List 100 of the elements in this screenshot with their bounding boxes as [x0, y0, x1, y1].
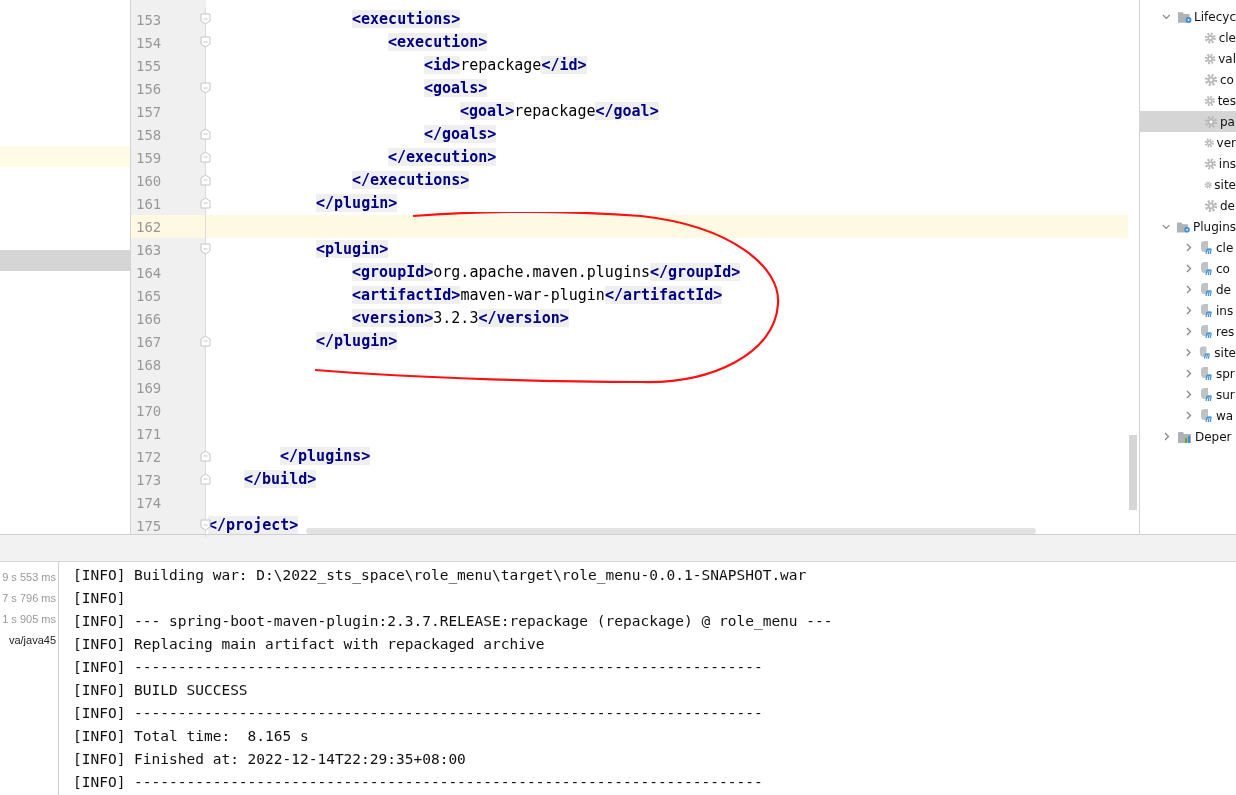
- plugin-icon: [1199, 408, 1214, 423]
- tree-item[interactable]: Deper: [1195, 429, 1232, 444]
- plugin-icon: [1199, 303, 1214, 318]
- line-number: 161: [136, 195, 162, 212]
- code-line: <version>3.2.3</version>: [352, 308, 569, 329]
- code-line: <id>repackage</id>: [424, 55, 587, 76]
- line-number: 153: [136, 11, 162, 28]
- tree-item[interactable]: cle: [1218, 30, 1236, 45]
- folder-gear-icon: [1176, 9, 1193, 24]
- fold-marker-icon[interactable]: [200, 243, 211, 255]
- path-label: va/java45: [8, 633, 57, 648]
- horizontal-scrollbar[interactable]: [306, 528, 1036, 534]
- chevron-right-icon[interactable]: [1162, 432, 1171, 441]
- plugin-icon: [1199, 387, 1214, 402]
- fold-marker-icon[interactable]: [200, 473, 211, 485]
- chevron-right-icon[interactable]: [1184, 264, 1193, 273]
- line-number: 163: [136, 241, 162, 258]
- gear-icon: [1204, 30, 1217, 45]
- tree-item[interactable]: site: [1214, 345, 1236, 360]
- line-number: 154: [136, 34, 162, 51]
- fold-marker-icon[interactable]: [200, 335, 211, 347]
- chevron-right-icon[interactable]: [1184, 348, 1193, 357]
- fold-marker-icon[interactable]: [200, 36, 211, 48]
- tree-item[interactable]: Plugins: [1193, 219, 1236, 234]
- tree-item[interactable]: site: [1214, 177, 1236, 192]
- tree-item[interactable]: res: [1216, 324, 1235, 339]
- tree-item[interactable]: de: [1220, 198, 1235, 213]
- folder-gear-icon: [1176, 219, 1191, 234]
- chevron-right-icon[interactable]: [1184, 285, 1193, 294]
- plugin-icon: [1199, 261, 1214, 276]
- line-number: 167: [136, 333, 162, 350]
- tree-item[interactable]: Lifecyc: [1194, 9, 1236, 24]
- code-line: <groupId>org.apache.maven.plugins</groupId>: [352, 262, 741, 283]
- tree-item[interactable]: spr: [1216, 366, 1235, 381]
- fold-marker-icon[interactable]: [200, 519, 211, 531]
- dependencies-folder-icon: [1177, 429, 1193, 444]
- line-number: 173: [136, 471, 162, 488]
- console-line: [INFO] Replacing main artifact with repackaged archive: [73, 635, 546, 654]
- chevron-down-icon[interactable]: [1162, 222, 1171, 231]
- duration-label: 1 s 905 ms: [2, 612, 57, 627]
- tree-item[interactable]: pa: [1220, 114, 1235, 129]
- chevron-right-icon[interactable]: [1184, 306, 1193, 315]
- tree-item[interactable]: cle: [1216, 240, 1234, 255]
- line-number: 164: [136, 264, 162, 281]
- fold-marker-icon[interactable]: [200, 151, 211, 163]
- line-number: 169: [136, 379, 162, 396]
- tree-item[interactable]: ins: [1216, 303, 1234, 318]
- chevron-right-icon[interactable]: [1184, 327, 1193, 336]
- gear-icon: [1204, 198, 1218, 213]
- line-number: 166: [136, 310, 162, 327]
- tree-item[interactable]: de: [1216, 282, 1231, 297]
- plugin-icon: [1199, 366, 1214, 381]
- chevron-right-icon[interactable]: [1184, 390, 1193, 399]
- tree-item[interactable]: ver: [1216, 135, 1236, 150]
- vertical-scrollbar[interactable]: [1129, 435, 1137, 510]
- plugin-icon: [1199, 324, 1214, 339]
- chevron-down-icon[interactable]: [1162, 12, 1171, 21]
- gear-icon: [1204, 156, 1217, 171]
- line-number: 174: [136, 494, 162, 511]
- tree-item[interactable]: ins: [1218, 156, 1236, 171]
- fold-marker-icon[interactable]: [200, 197, 211, 209]
- line-number: 170: [136, 402, 162, 419]
- duration-label: 9 s 553 ms: [2, 570, 57, 585]
- chevron-right-icon[interactable]: [1184, 369, 1193, 378]
- line-number: 159: [136, 149, 162, 166]
- line-number: 172: [136, 448, 162, 465]
- fold-marker-icon[interactable]: [200, 82, 211, 94]
- fold-marker-icon[interactable]: [200, 450, 211, 462]
- chevron-right-icon[interactable]: [1184, 411, 1193, 420]
- console-line: [INFO] BUILD SUCCESS: [73, 681, 249, 700]
- line-number: 156: [136, 80, 162, 97]
- chevron-right-icon[interactable]: [1184, 243, 1193, 252]
- line-number: 171: [136, 425, 162, 442]
- tree-item[interactable]: co: [1216, 261, 1230, 276]
- console-line: [INFO] Finished at: 2022-12-14T22:29:35+08:00: [73, 750, 467, 769]
- fold-marker-icon[interactable]: [200, 174, 211, 186]
- tree-item[interactable]: wa: [1216, 408, 1234, 423]
- console-line: [INFO]: [73, 589, 127, 608]
- console-line: [INFO] Total time: 8.165 s: [73, 727, 310, 746]
- line-number: 165: [136, 287, 162, 304]
- tree-item[interactable]: sur: [1216, 387, 1235, 402]
- line-number: 160: [136, 172, 162, 189]
- console-line: [INFO] --- spring-boot-maven-plugin:2.3.7.RELEASE:repackage (repackage) @ role_menu ---: [73, 612, 833, 632]
- tree-item[interactable]: co: [1220, 72, 1234, 87]
- console-line: [INFO] ------------------------------------------------------------------------: [73, 773, 764, 792]
- tree-item[interactable]: tes: [1217, 93, 1236, 108]
- code-line: <goal>repackage</goal>: [460, 101, 659, 122]
- fold-marker-icon[interactable]: [200, 128, 211, 140]
- line-number: 168: [136, 356, 162, 373]
- tree-item[interactable]: val: [1218, 51, 1236, 66]
- line-number: 162: [136, 218, 162, 235]
- line-number: 175: [136, 517, 162, 534]
- gear-icon: [1204, 51, 1217, 66]
- gear-icon: [1204, 114, 1218, 129]
- gear-icon: [1204, 93, 1216, 108]
- console-line: [INFO] ------------------------------------------------------------------------: [73, 704, 764, 723]
- duration-label: 7 s 796 ms: [2, 591, 57, 606]
- plugin-icon: [1198, 345, 1213, 360]
- plugin-icon: [1199, 282, 1214, 297]
- fold-marker-icon[interactable]: [200, 13, 211, 25]
